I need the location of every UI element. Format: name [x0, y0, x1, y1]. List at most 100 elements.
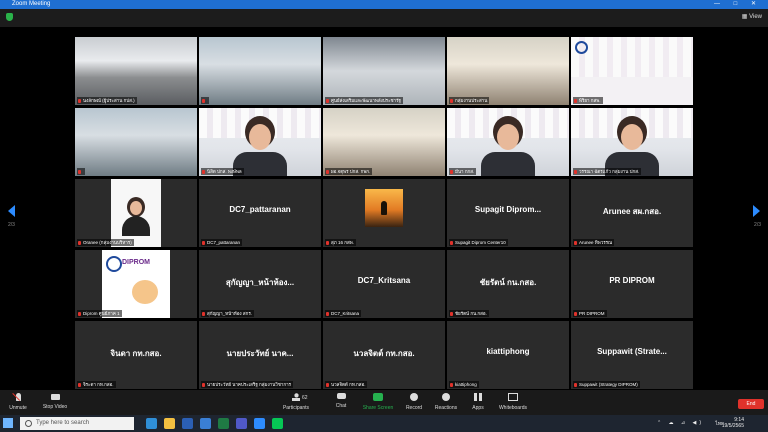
participant-tile[interactable]: นวลจิตต์ กท.กสอ. นวลจิตต์ กท.กสอ. — [323, 321, 445, 389]
participant-tile[interactable]: Supagit Diprom... Supagit Diprom Center10 — [447, 179, 569, 247]
muted-mic-icon — [202, 240, 205, 245]
video-camera-icon — [50, 394, 60, 400]
participant-tile[interactable]: นายประวัทย์ นาค... นายประวัทย์ นาคประเสริ… — [199, 321, 321, 389]
participant-name-text: DC7_Kritsana — [331, 311, 360, 316]
windows-start-icon[interactable] — [3, 418, 13, 428]
participant-display-name: DC7_pattaranan — [229, 205, 291, 214]
view-button[interactable]: ▦ View — [742, 13, 762, 20]
window-controls[interactable]: — □ ✕ — [714, 0, 762, 9]
file-explorer-icon[interactable] — [164, 418, 175, 429]
whiteboards-label: Whiteboards — [498, 405, 528, 411]
system-tray-icons[interactable]: ⌃ ☁ ⊿ ◀) — [657, 420, 704, 426]
participant-tile[interactable]: PR DIPROM PR DIPROM — [571, 250, 693, 318]
taskbar-search-input[interactable]: Type here to search — [20, 417, 134, 430]
muted-mic-icon — [78, 311, 81, 316]
participant-name-text: Oranee (กลุ่มงานบริหาร) — [83, 240, 132, 245]
input-language[interactable]: ไทย — [715, 420, 724, 428]
muted-mic-icon — [574, 240, 577, 245]
participant-name-label: สุภ 16 กสพ. — [325, 239, 356, 246]
participant-tile[interactable]: วรรณา ฉัตรแก้ว กลุ่มงาน ปกส. — [571, 108, 693, 176]
participant-video — [111, 179, 161, 247]
participants-button[interactable]: Participants — [274, 393, 318, 411]
muted-mic-icon — [326, 98, 329, 103]
participant-tile[interactable]: นงลักษณ์ (ผู้ประสาน กปส.) — [75, 37, 197, 105]
participant-name-text: วรรณา ฉัตรแก้ว กลุ่มงาน ปกส. — [579, 169, 640, 174]
participant-name-text: Suppawit (Strategy DIPROM) — [579, 382, 638, 387]
participant-name-label: PR DIPROM — [573, 310, 607, 317]
search-icon — [25, 420, 32, 427]
participant-name-label: นวลจิตต์ กท.กสอ. — [325, 381, 368, 388]
record-label: Record — [405, 405, 423, 411]
page-indicator-left: 2/3 — [8, 222, 15, 228]
muted-mic-icon — [15, 393, 21, 401]
participant-tile[interactable]: มีนา กกส. — [447, 108, 569, 176]
muted-mic-icon — [450, 240, 453, 245]
muted-mic-icon — [202, 98, 205, 103]
edge-icon[interactable] — [146, 418, 157, 429]
participant-name-text: นวลจิตต์ กท.กสอ. — [331, 382, 366, 387]
muted-mic-icon — [78, 98, 81, 103]
avatar-silhouette — [381, 201, 387, 215]
participant-tile[interactable]: ชัยรัตน์ กน.กสอ. ชัยรัตน์ กน.กสอ. — [447, 250, 569, 318]
mail-icon[interactable] — [200, 418, 211, 429]
participant-name-text: ศูนย์ส่งเสริมและพัฒนาพลังประชารัฐ — [331, 98, 401, 103]
system-clock[interactable]: 9:14 19/5/2565 — [722, 417, 744, 429]
participant-tile[interactable]: Suppawit (Strate... Suppawit (Strategy DI… — [571, 321, 693, 389]
whiteboard-icon — [508, 393, 518, 401]
maximize-button[interactable]: □ — [734, 1, 744, 7]
participant-name-text: kiattiphong — [455, 382, 477, 387]
participant-tile[interactable]: Oranee (กลุ่มงานบริหาร) — [75, 179, 197, 247]
word-icon[interactable] — [182, 418, 193, 429]
participant-tile[interactable]: พิริยา กสพ. — [571, 37, 693, 105]
view-label: View — [749, 14, 762, 20]
participant-tile[interactable]: กลุ่มงานประสาน — [447, 37, 569, 105]
line-icon[interactable] — [272, 418, 283, 429]
zoom-icon[interactable] — [254, 418, 265, 429]
whiteboards-button[interactable]: Whiteboards — [491, 393, 535, 411]
muted-mic-icon — [574, 169, 577, 174]
minimize-button[interactable]: — — [714, 1, 726, 7]
participant-tile[interactable] — [75, 108, 197, 176]
muted-mic-icon — [78, 240, 81, 245]
participant-display-name: PR DIPROM — [609, 276, 655, 285]
participant-tile[interactable]: ผอ.จตุพร ปกส. กพก. — [323, 108, 445, 176]
participants-label: Participants — [282, 405, 310, 411]
participant-tile[interactable]: Arunee สผ.กสอ. Arunee ทิพวรรณ — [571, 179, 693, 247]
end-meeting-button[interactable]: End — [738, 399, 764, 409]
participant-video — [447, 108, 569, 176]
muted-mic-icon — [78, 382, 81, 387]
participant-tile[interactable]: สุภ 16 กสพ. — [323, 179, 445, 247]
participant-tile[interactable]: สุกัญญา_หน้าห้อง... สุกัญญา_หน้าห้อง สกร. — [199, 250, 321, 318]
participant-tile[interactable]: นิสิต ปกส. พงษ์พล — [199, 108, 321, 176]
teams-icon[interactable] — [236, 418, 247, 429]
share-screen-label: Share Screen — [362, 405, 394, 411]
participant-name-label — [201, 97, 209, 104]
participant-tile[interactable]: จินดา กท.กสอ. จิระดา กท.กสอ. — [75, 321, 197, 389]
participant-tile[interactable]: ศูนย์ส่งเสริมและพัฒนาพลังประชารัฐ — [323, 37, 445, 105]
previous-page-arrow-icon[interactable] — [8, 205, 15, 217]
muted-mic-icon — [574, 98, 577, 103]
close-window-button[interactable]: ✕ — [751, 1, 762, 7]
participant-name-label: Oranee (กลุ่มงานบริหาร) — [77, 239, 134, 246]
unmute-label: Unmute — [9, 405, 27, 411]
participant-tile[interactable]: kiattiphong kiattiphong — [447, 321, 569, 389]
muted-mic-icon — [202, 311, 205, 316]
apps-icon — [473, 393, 483, 401]
next-page-arrow-icon[interactable] — [753, 205, 760, 217]
participant-display-name: ชัยรัตน์ กน.กสอ. — [479, 278, 537, 287]
diprom-logo-image: DIPROM — [102, 250, 170, 318]
participant-name-label: kiattiphong — [449, 381, 479, 388]
participant-name-text: ผอ.จตุพร ปกส. กพก. — [331, 169, 371, 174]
excel-icon[interactable] — [218, 418, 229, 429]
muted-mic-icon — [450, 382, 453, 387]
participant-name-label: นายประวัทย์ นาคประเสริฐ กลุ่มงานวิชาการ — [201, 381, 294, 388]
participant-tile[interactable]: DIPROM Diprom ศูนย์ภาค 1 — [75, 250, 197, 318]
chat-icon — [336, 393, 346, 399]
stop-video-button[interactable]: Stop Video — [33, 393, 77, 410]
windows-taskbar: Type here to search ⌃ ☁ ⊿ ◀) 9:14 19/5/2… — [0, 415, 768, 432]
encryption-shield-icon[interactable] — [6, 13, 13, 21]
participant-tile[interactable]: DC7_pattaranan DC7_pattaranan — [199, 179, 321, 247]
participant-tile[interactable] — [199, 37, 321, 105]
apps-label: Apps — [472, 405, 484, 411]
participant-tile[interactable]: DC7_Kritsana DC7_Kritsana — [323, 250, 445, 318]
